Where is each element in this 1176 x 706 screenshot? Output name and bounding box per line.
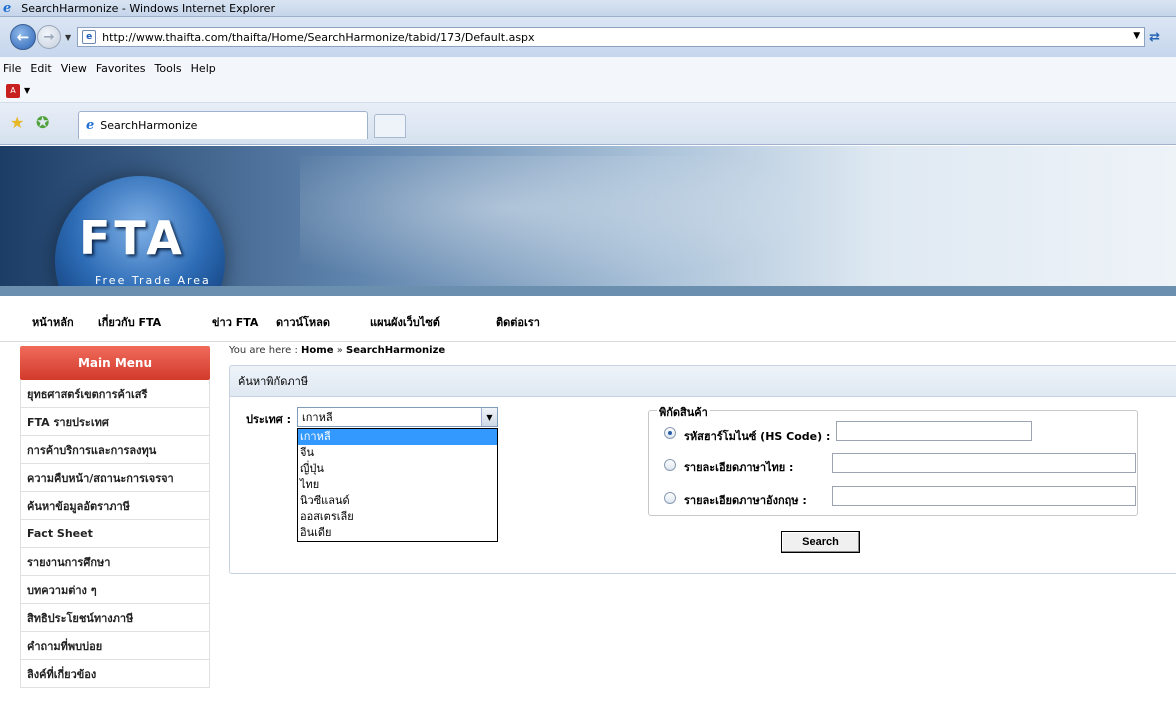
nav-download[interactable]: ดาวน์โหลด — [276, 313, 330, 331]
page-icon: e — [82, 30, 97, 44]
goods-legend: พิกัดสินค้า — [657, 403, 710, 421]
menu-file[interactable]: File — [3, 62, 21, 75]
menu-bar: File Edit View Favorites Tools Help — [0, 57, 1176, 79]
sidebar-item[interactable]: ยุทธศาสตร์เขตการค้าเสรี — [20, 380, 210, 408]
nav-about-fta[interactable]: เกี่ยวกับ FTA — [98, 313, 161, 331]
menu-edit[interactable]: Edit — [30, 62, 51, 75]
country-option[interactable]: ญี่ปุ่น — [298, 461, 497, 477]
pdf-icon[interactable]: A — [6, 83, 20, 98]
breadcrumb-home[interactable]: Home — [301, 345, 333, 356]
english-desc-radio[interactable] — [664, 492, 676, 504]
banner-divider — [0, 286, 1176, 296]
window-titlebar: e SearchHarmonize - Windows Internet Exp… — [0, 0, 1176, 17]
window-title: SearchHarmonize - Windows Internet Explo… — [21, 1, 275, 15]
sidebar-item[interactable]: การค้าบริการและการลงทุน — [20, 436, 210, 464]
fta-logo[interactable]: FTA Free Trade Area — [55, 176, 225, 296]
sidebar-item[interactable]: บทความต่าง ๆ — [20, 576, 210, 604]
sidebar-item[interactable]: รายงานการศึกษา — [20, 548, 210, 576]
forward-button[interactable]: → — [37, 25, 61, 49]
chevron-down-icon[interactable]: ▼ — [481, 408, 497, 426]
thai-desc-radio[interactable] — [664, 459, 676, 471]
thai-desc-input[interactable] — [832, 453, 1136, 473]
tab-ie-icon: e — [86, 118, 95, 133]
breadcrumb-sep: » — [336, 345, 343, 356]
country-option[interactable]: ไทย — [298, 477, 497, 493]
thai-desc-label: รายละเอียดภาษาไทย : — [684, 461, 794, 474]
tab-searchharmonize[interactable]: e SearchHarmonize — [78, 111, 368, 139]
tab-bar: ★ ✪ e SearchHarmonize — [0, 103, 1176, 145]
panel-title: ค้นหาพิกัดภาษี — [229, 365, 1176, 397]
sidebar-item[interactable]: ค้นหาข้อมูลอัตราภาษี — [20, 492, 210, 520]
country-option[interactable]: ออสเตรเลีย — [298, 509, 497, 525]
world-map-graphic — [300, 156, 820, 286]
main-menu-title: Main Menu — [20, 346, 210, 380]
nav-home[interactable]: หน้าหลัก — [32, 313, 74, 331]
sidebar-item[interactable]: ลิงค์ที่เกี่ยวข้อง — [20, 660, 210, 688]
hs-code-input[interactable] — [836, 421, 1032, 441]
favorites-star-icon[interactable]: ★ — [10, 113, 24, 132]
hs-code-radio[interactable] — [664, 427, 676, 439]
sidebar-item[interactable]: คำถามที่พบบ่อย — [20, 632, 210, 660]
sidebar-item[interactable]: ความคืบหน้า/สถานะการเจรจา — [20, 464, 210, 492]
menu-tools[interactable]: Tools — [155, 62, 182, 75]
tab-label: SearchHarmonize — [100, 119, 198, 132]
sidebar-item[interactable]: FTA รายประเทศ — [20, 408, 210, 436]
pdf-dropdown-icon[interactable]: ▼ — [24, 86, 30, 95]
country-label: ประเทศ : — [246, 413, 292, 426]
refresh-icon[interactable]: ⇄ — [1149, 30, 1160, 45]
add-favorite-icon[interactable]: ✪ — [36, 113, 49, 132]
menu-view[interactable]: View — [61, 62, 87, 75]
country-option[interactable]: นิวซีแลนด์ — [298, 493, 497, 509]
url-text: http://www.thaifta.com/thaifta/Home/Sear… — [102, 30, 535, 44]
country-option[interactable]: อินเดีย — [298, 525, 497, 541]
address-bar: ← → ▼ e http://www.thaifta.com/thaifta/H… — [0, 17, 1176, 57]
breadcrumb-current: SearchHarmonize — [346, 345, 446, 356]
sidebar-item[interactable]: สิทธิประโยชน์ทางภาษี — [20, 604, 210, 632]
top-navigation: หน้าหลัก เกี่ยวกับ FTA ข่าว FTA ดาวน์โหล… — [0, 296, 1176, 342]
menu-favorites[interactable]: Favorites — [96, 62, 146, 75]
command-bar: A ▼ — [0, 79, 1176, 103]
hs-code-label: รหัสฮาร์โมไนซ์ (HS Code) : — [684, 430, 831, 443]
breadcrumb-prefix: You are here : — [229, 345, 298, 356]
history-dropdown-icon[interactable]: ▼ — [65, 33, 71, 42]
nav-contact[interactable]: ติดต่อเรา — [496, 313, 540, 331]
search-button[interactable]: Search — [781, 531, 860, 553]
new-tab-button[interactable] — [374, 114, 406, 138]
site-banner: FTA Free Trade Area — [0, 146, 1176, 296]
country-option[interactable]: จีน — [298, 445, 497, 461]
english-desc-input[interactable] — [832, 486, 1136, 506]
menu-help[interactable]: Help — [191, 62, 216, 75]
sidebar-item[interactable]: Fact Sheet — [20, 520, 210, 548]
english-desc-label: รายละเอียดภาษาอังกฤษ : — [684, 494, 807, 507]
country-selected-value: เกาหลี — [302, 411, 333, 424]
ie-logo-icon: e — [3, 0, 12, 16]
nav-sitemap[interactable]: แผนผังเว็บไซต์ — [370, 313, 440, 331]
url-dropdown-icon[interactable]: ▼ — [1133, 31, 1140, 41]
country-select[interactable]: เกาหลี ▼ — [297, 407, 498, 427]
main-menu: Main Menu ยุทธศาสตร์เขตการค้าเสรี FTA รา… — [20, 346, 210, 706]
nav-fta-news[interactable]: ข่าว FTA — [212, 313, 258, 331]
country-option[interactable]: เกาหลี — [298, 429, 497, 445]
back-button[interactable]: ← — [10, 24, 36, 50]
url-field[interactable]: e http://www.thaifta.com/thaifta/Home/Se… — [77, 27, 1146, 47]
breadcrumb: You are here : Home » SearchHarmonize — [229, 345, 445, 356]
logo-text: FTA — [79, 211, 186, 265]
country-dropdown-list: เกาหลี จีน ญี่ปุ่น ไทย นิวซีแลนด์ ออสเตร… — [297, 428, 498, 542]
